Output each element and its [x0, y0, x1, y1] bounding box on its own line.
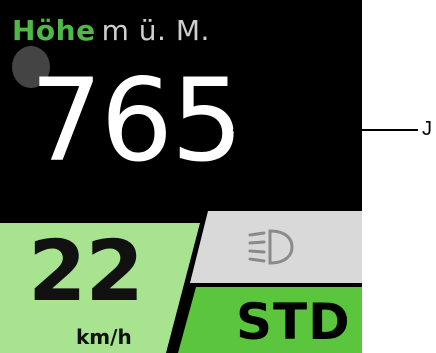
- altitude-unit: m ü. M.: [101, 14, 210, 47]
- headlight-icon: [248, 229, 294, 265]
- callout-line: [228, 129, 418, 131]
- speed-unit: km/h: [76, 325, 132, 349]
- altitude-label: Höhe: [12, 14, 96, 47]
- bike-display: Höhe m ü. M. 765 22 km/h STD: [0, 0, 362, 353]
- callout-dot: [226, 126, 233, 133]
- mode-label: STD: [236, 293, 351, 351]
- altitude-label-row: Höhe m ü. M.: [12, 14, 210, 47]
- altitude-value: 765: [30, 54, 244, 187]
- callout-letter: J: [422, 118, 432, 140]
- bottom-bar: 22 km/h STD: [0, 211, 362, 353]
- speed-value: 22: [28, 222, 144, 320]
